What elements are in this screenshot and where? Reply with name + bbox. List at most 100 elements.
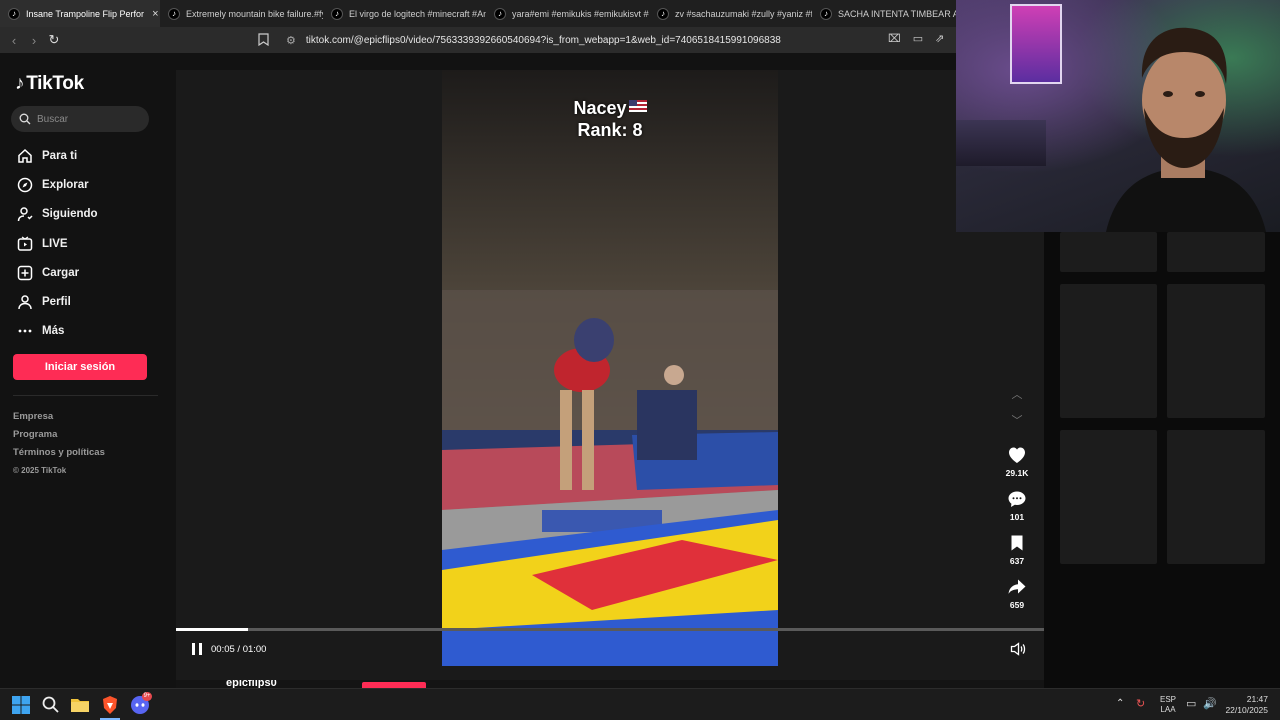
tiktok-logo[interactable]: ♪ TikTok bbox=[15, 73, 84, 95]
login-button[interactable]: Iniciar sesión bbox=[13, 354, 147, 380]
tiktok-favicon-icon: ♪ bbox=[168, 7, 180, 20]
discord-badge: 9+ bbox=[142, 692, 152, 701]
author-name[interactable]: epicflips0 bbox=[226, 680, 277, 688]
share-icon[interactable]: ⇗ bbox=[935, 32, 944, 45]
video-frame[interactable]: Nacey Rank: 8 bbox=[442, 70, 778, 666]
search-icon[interactable] bbox=[41, 695, 61, 715]
like-count: 29.1K bbox=[1005, 468, 1029, 478]
footer-link-empresa[interactable]: Empresa bbox=[13, 408, 105, 426]
video-progress-bar[interactable] bbox=[176, 628, 1044, 631]
copyright-text: © 2025 TikTok bbox=[13, 466, 67, 475]
network-icon[interactable]: ▭ bbox=[1186, 697, 1196, 710]
footer-link-programa[interactable]: Programa bbox=[13, 426, 105, 444]
video-thumbnail[interactable] bbox=[1167, 284, 1265, 418]
sync-tray-icon[interactable]: ↻ bbox=[1136, 697, 1145, 710]
tiktok-sidebar: ♪ TikTok Para ti Explorar Siguiendo bbox=[0, 53, 176, 688]
menu-label: Para ti bbox=[42, 149, 78, 162]
menu-item-live[interactable]: LIVE bbox=[15, 229, 165, 258]
pause-icon[interactable] bbox=[192, 643, 202, 655]
volume-icon[interactable] bbox=[1010, 642, 1026, 659]
main-menu: Para ti Explorar Siguiendo LIVE Cargar P… bbox=[15, 141, 165, 346]
footer-link-terminos[interactable]: Términos y políticas bbox=[13, 444, 105, 462]
video-thumbnail[interactable] bbox=[1060, 284, 1157, 418]
menu-item-explorar[interactable]: Explorar bbox=[15, 170, 165, 199]
video-thumbnail[interactable] bbox=[1060, 232, 1157, 272]
previous-video-icon[interactable]: ︿ bbox=[999, 382, 1035, 408]
wall-poster-image bbox=[1010, 4, 1062, 84]
share-arrow-icon[interactable] bbox=[1005, 576, 1029, 598]
reader-off-icon[interactable]: ⌧ bbox=[888, 32, 901, 45]
search-box[interactable] bbox=[11, 106, 149, 132]
recommendations-panel bbox=[1044, 232, 1280, 688]
tab-label: El virgo de logitech #minecraft #Anı bbox=[349, 8, 486, 19]
save-icon[interactable] bbox=[1005, 532, 1029, 554]
menu-item-mas[interactable]: Más bbox=[15, 317, 165, 346]
address-actions: ⌧ ▭ ⇗ bbox=[888, 32, 944, 45]
comment-count: 101 bbox=[1009, 512, 1025, 522]
tab-label: Extremely mountain bike failure.#fyp bbox=[186, 8, 323, 19]
volume-tray-icon[interactable]: 🔊 bbox=[1203, 697, 1217, 710]
menu-label: Perfil bbox=[42, 296, 71, 309]
like-icon[interactable] bbox=[1005, 444, 1029, 466]
close-tab-icon[interactable]: × bbox=[152, 8, 158, 20]
tab[interactable]: ♪ SACHA INTENTA TIMBEAR A JESS bbox=[812, 0, 956, 27]
save-count: 637 bbox=[1009, 556, 1025, 566]
cast-icon[interactable]: ▭ bbox=[913, 32, 923, 45]
system-clock[interactable]: 21:47 22/10/2025 bbox=[1222, 694, 1268, 716]
site-settings-icon[interactable]: ⚙ bbox=[286, 34, 296, 47]
tiktok-favicon-icon: ♪ bbox=[8, 7, 20, 20]
windows-start-icon[interactable] bbox=[11, 695, 31, 715]
clock-time: 21:47 bbox=[1246, 694, 1268, 704]
video-thumbnail[interactable] bbox=[1167, 430, 1265, 564]
back-icon[interactable]: ‹ bbox=[4, 33, 24, 48]
menu-item-perfil[interactable]: Perfil bbox=[15, 287, 165, 316]
compass-icon bbox=[15, 176, 35, 194]
webcam-overlay bbox=[956, 0, 1280, 232]
video-thumbnail[interactable] bbox=[1167, 232, 1265, 272]
video-overlay-line1: Nacey bbox=[442, 98, 778, 119]
tab[interactable]: ♪ Extremely mountain bike failure.#fyp bbox=[160, 0, 323, 27]
search-input[interactable] bbox=[37, 113, 137, 125]
video-controls: 00:05 / 01:00 bbox=[176, 638, 1044, 662]
shelf-image bbox=[956, 120, 1046, 166]
language-indicator[interactable]: ESP LAA bbox=[1160, 695, 1176, 715]
share-count: 659 bbox=[1009, 600, 1025, 610]
clock-date: 22/10/2025 bbox=[1225, 705, 1268, 715]
menu-item-siguiendo[interactable]: Siguiendo bbox=[15, 200, 165, 229]
menu-item-cargar[interactable]: Cargar bbox=[15, 258, 165, 287]
tab[interactable]: ♪ yara#emi #emikukis #emikukisvt #gl bbox=[486, 0, 649, 27]
menu-label: Explorar bbox=[42, 178, 89, 191]
forward-icon[interactable]: › bbox=[24, 33, 44, 48]
tiktok-favicon-icon: ♪ bbox=[657, 7, 669, 20]
file-explorer-icon[interactable] bbox=[70, 695, 90, 715]
video-thumbnail[interactable] bbox=[1060, 430, 1157, 564]
keyboard-layout: LAA bbox=[1160, 705, 1176, 714]
url-text: tiktok.com/@epicflips0/video/75633393926… bbox=[305, 34, 781, 46]
tab[interactable]: ♪ zv #sachauzumaki #zully #yaniz #fyp bbox=[649, 0, 812, 27]
tab-active[interactable]: ♪ Insane Trampoline Flip Perfor × bbox=[0, 0, 160, 27]
next-video-icon[interactable]: ﹀ bbox=[999, 408, 1035, 434]
menu-label: Siguiendo bbox=[42, 208, 98, 221]
menu-item-para-ti[interactable]: Para ti bbox=[15, 141, 165, 170]
profile-icon bbox=[15, 293, 35, 311]
search-icon bbox=[19, 113, 31, 125]
video-actions: ︿ ﹀ 29.1K 101 637 659 bbox=[999, 382, 1035, 620]
tab-label: Insane Trampoline Flip Perfor bbox=[26, 8, 145, 19]
comment-icon[interactable] bbox=[1005, 488, 1029, 510]
tiktok-favicon-icon: ♪ bbox=[331, 7, 343, 20]
reload-icon[interactable]: ↻ bbox=[44, 32, 64, 48]
tab-label: yara#emi #emikukis #emikukisvt #gl bbox=[512, 8, 649, 19]
gymnastics-video-image bbox=[442, 70, 778, 666]
tab[interactable]: ♪ El virgo de logitech #minecraft #Anı bbox=[323, 0, 486, 27]
url-field[interactable]: ⚙ tiktok.com/@epicflips0/video/756333939… bbox=[286, 27, 781, 53]
following-icon bbox=[15, 205, 35, 223]
menu-label: Cargar bbox=[42, 266, 80, 279]
bookmark-icon[interactable] bbox=[258, 33, 269, 46]
taskbar: 9+ ⌃ ↻ ESP LAA ▭ 🔊 21:47 22/10/2025 bbox=[0, 688, 1280, 720]
tiktok-favicon-icon: ♪ bbox=[494, 7, 506, 20]
video-progress-fill bbox=[176, 628, 249, 631]
author-strip: epicflips0 bbox=[176, 680, 1044, 688]
tray-overflow-icon[interactable]: ⌃ bbox=[1116, 698, 1124, 709]
brave-browser-icon[interactable] bbox=[100, 695, 120, 715]
tab-label: zv #sachauzumaki #zully #yaniz #fyp bbox=[675, 8, 812, 19]
